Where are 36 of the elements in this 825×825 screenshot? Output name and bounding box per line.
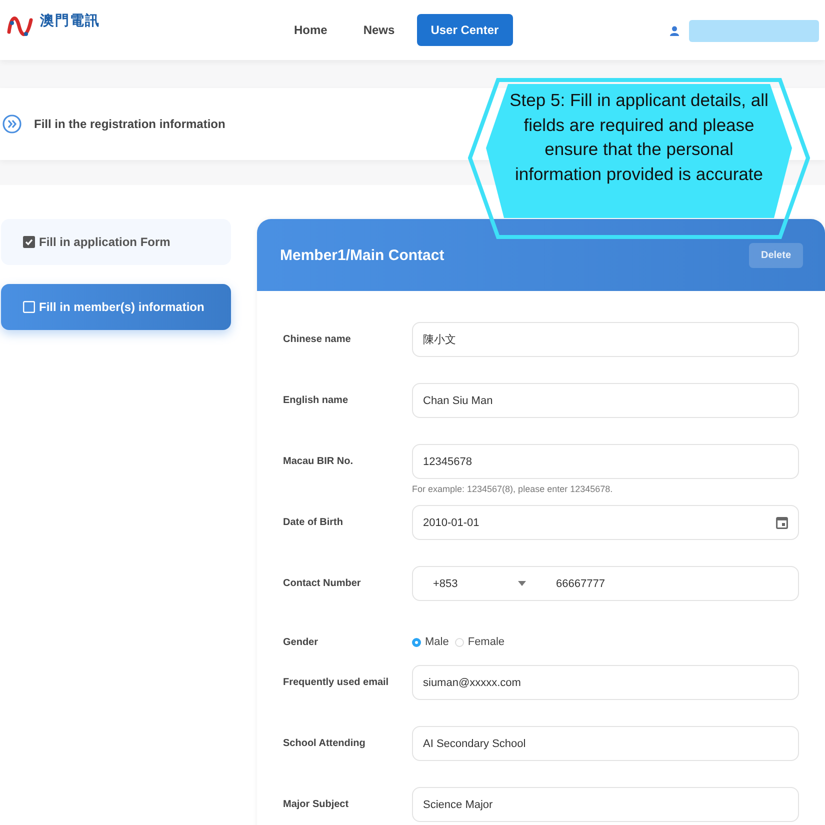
logo-text: 澳門電訊 [40,12,100,30]
nav-tab[interactable]: User Center [416,14,513,46]
callout-text: Step 5: Fill in applicant details, all fields are required and please ensure that the personal information provided is accurate [508,89,770,186]
step-title: Fill in the registration information [34,117,226,131]
user-icon [670,26,679,36]
field-label: Gender [283,636,320,648]
date-value: 2010-01-01 [423,516,480,528]
sidebar-item[interactable]: Fill in member(s) information [1,284,231,330]
radio-label: Female [468,636,505,648]
field-label: Date of Birth [283,516,344,530]
input-field[interactable]: Chan Siu Man [412,383,799,418]
radio-button[interactable] [412,638,421,646]
field-label: English name [283,394,350,408]
field-label: School Attending [283,737,366,751]
input-field[interactable]: AI Secondary School [412,726,799,761]
input-field[interactable]: Science Major [412,787,799,822]
calendar-icon [776,516,788,529]
double-chevron-icon [2,114,22,134]
card-title: Member1/Main Contact [280,246,444,264]
date-field[interactable]: 2010-01-01 [412,505,799,540]
field-label: Frequently used email [283,676,390,690]
field-label: Major Subject [283,798,350,812]
input-field[interactable]: siuman@xxxxx.com [412,665,799,700]
dropdown-caret-icon [518,581,526,586]
field-label: Macau BIR No. [283,455,354,469]
radio-label: Male [425,636,449,648]
field-label: Contact Number [283,577,362,591]
nav-tab[interactable]: Home [280,14,342,46]
field-hint: For example: 1234567(8), please enter 12345678. [412,484,614,494]
nav-tab[interactable]: News [349,14,409,46]
sidebar-item[interactable]: Fill in application Form [1,219,231,265]
phone-number-input[interactable]: 66667777 [556,578,605,590]
country-code-select[interactable]: +853 [423,578,518,590]
field-label: Chinese name [283,333,352,347]
input-field[interactable]: 12345678 [412,444,799,479]
input-field[interactable]: 陳小文 [412,322,799,357]
